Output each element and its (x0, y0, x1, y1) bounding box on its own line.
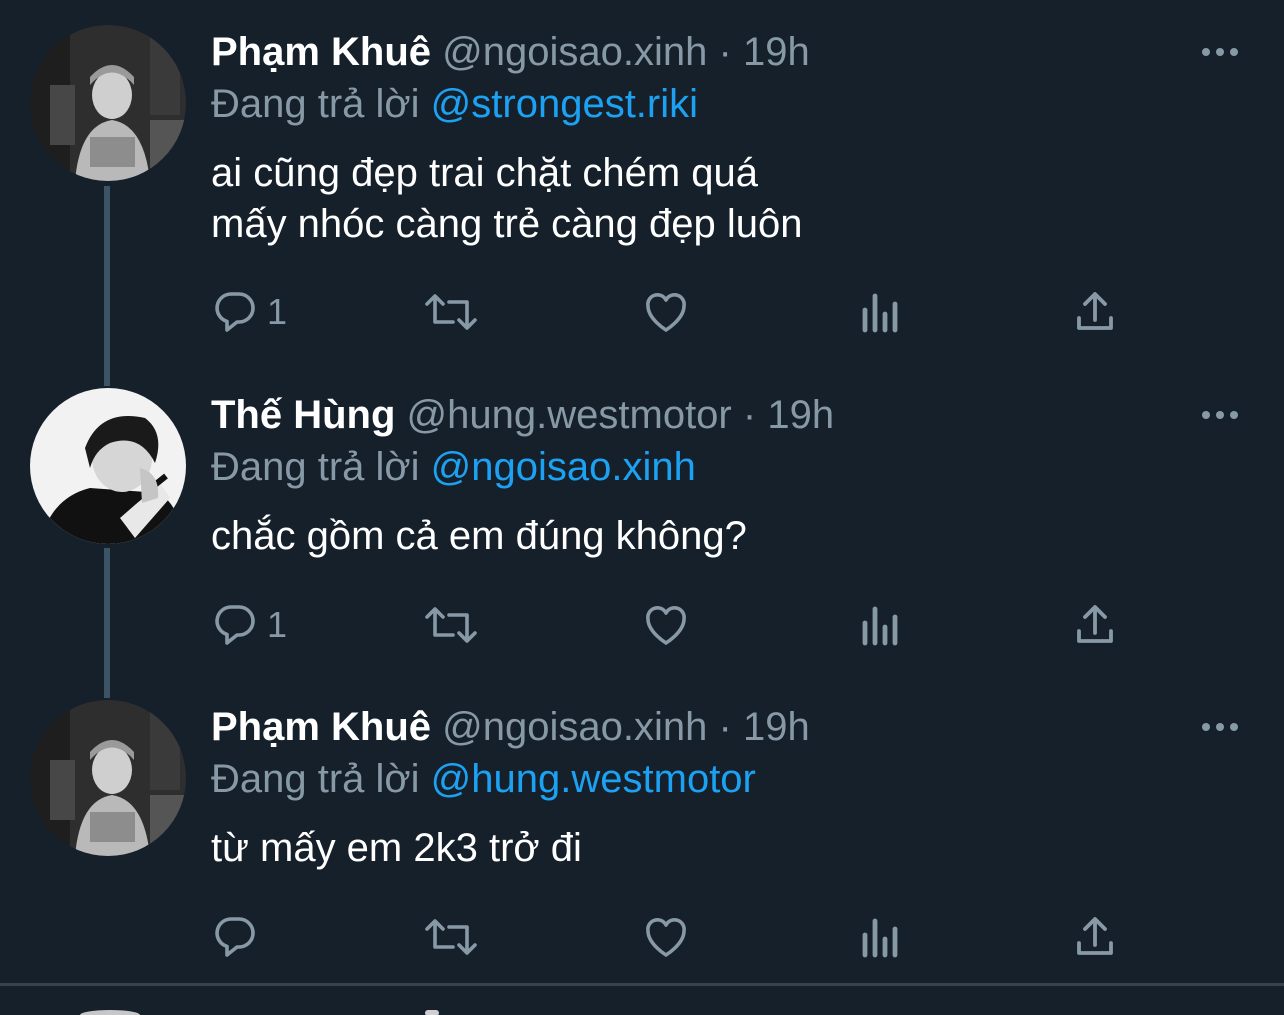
reply-button[interactable] (211, 909, 267, 965)
timestamp[interactable]: 19h (767, 393, 834, 437)
tweet-actions: 1 (211, 284, 1151, 340)
avatar[interactable] (30, 388, 186, 544)
more-icon[interactable] (1198, 38, 1242, 66)
separator: · (718, 30, 732, 74)
user-handle[interactable]: @ngoisao.xinh (442, 30, 707, 74)
share-icon (1071, 913, 1119, 961)
display-name[interactable]: Thế Hùng (211, 393, 395, 437)
tweet-actions (211, 909, 1151, 965)
retweet-icon (423, 288, 479, 336)
next-tweet-text-peek (425, 1010, 439, 1015)
analytics-button[interactable] (859, 597, 903, 653)
like-button[interactable] (641, 597, 691, 653)
tweet-actions: 1 (211, 597, 1151, 653)
reply-icon (211, 601, 259, 649)
tweet-text: chắc gồm cả em đúng không? (211, 511, 747, 562)
analytics-icon (859, 288, 903, 336)
timestamp[interactable]: 19h (743, 30, 810, 74)
replying-to-label: Đang trả lời (211, 82, 420, 126)
reply-button[interactable]: 1 (211, 597, 287, 653)
tweet-header: Phạm Khuê @ngoisao.xinh · 19h (211, 28, 810, 76)
replying-to-label: Đang trả lời (211, 445, 420, 489)
share-button[interactable] (1071, 284, 1119, 340)
retweet-button[interactable] (423, 284, 479, 340)
tweet[interactable]: Phạm Khuê @ngoisao.xinh · 19h Đang trả l… (0, 0, 1284, 333)
tweet-text: từ mấy em 2k3 trở đi (211, 823, 582, 874)
tweet-text-line: chắc gồm cả em đúng không? (211, 514, 747, 558)
display-name[interactable]: Phạm Khuê (211, 705, 431, 749)
tweet-text-line: mấy nhóc càng trẻ càng đẹp luôn (211, 202, 803, 246)
tweet-divider (0, 983, 1284, 986)
tweet-text-line: từ mấy em 2k3 trở đi (211, 826, 582, 870)
tweet-header: Phạm Khuê @ngoisao.xinh · 19h (211, 703, 810, 751)
analytics-icon (859, 601, 903, 649)
share-icon (1071, 288, 1119, 336)
replying-to: Đang trả lời @ngoisao.xinh (211, 443, 696, 491)
replying-to-link[interactable]: @ngoisao.xinh (431, 445, 696, 489)
tweet-thread: Phạm Khuê @ngoisao.xinh · 19h Đang trả l… (0, 0, 1284, 1015)
user-handle[interactable]: @hung.westmotor (407, 393, 732, 437)
analytics-icon (859, 913, 903, 961)
tweet-text-line: ai cũng đẹp trai chặt chém quá (211, 151, 759, 195)
user-handle[interactable]: @ngoisao.xinh (442, 705, 707, 749)
reply-icon (211, 288, 259, 336)
avatar[interactable] (30, 25, 186, 181)
retweet-icon (423, 913, 479, 961)
avatar[interactable] (30, 700, 186, 856)
share-icon (1071, 601, 1119, 649)
display-name[interactable]: Phạm Khuê (211, 30, 431, 74)
heart-icon (641, 601, 691, 649)
separator: · (718, 705, 732, 749)
replying-to-link[interactable]: @strongest.riki (431, 82, 698, 126)
tweet[interactable]: Phạm Khuê @ngoisao.xinh · 19h Đang trả l… (0, 675, 1284, 987)
reply-count: 1 (267, 291, 288, 332)
heart-icon (641, 288, 691, 336)
heart-icon (641, 913, 691, 961)
more-icon[interactable] (1198, 713, 1242, 741)
like-button[interactable] (641, 284, 691, 340)
analytics-button[interactable] (859, 909, 903, 965)
tweet-header: Thế Hùng @hung.westmotor · 19h (211, 391, 834, 439)
reply-button[interactable]: 1 (211, 284, 287, 340)
replying-to: Đang trả lời @strongest.riki (211, 80, 698, 128)
separator: · (742, 393, 757, 437)
replying-to-label: Đang trả lời (211, 757, 420, 801)
retweet-icon (423, 601, 479, 649)
retweet-button[interactable] (423, 909, 479, 965)
tweet[interactable]: Thế Hùng @hung.westmotor · 19h Đang trả … (0, 363, 1284, 675)
share-button[interactable] (1071, 597, 1119, 653)
more-icon[interactable] (1198, 401, 1242, 429)
reply-count: 1 (267, 604, 288, 645)
like-button[interactable] (641, 909, 691, 965)
replying-to-link[interactable]: @hung.westmotor (431, 757, 756, 801)
retweet-button[interactable] (423, 597, 479, 653)
analytics-button[interactable] (859, 284, 903, 340)
next-tweet-avatar-peek (80, 1010, 140, 1015)
timestamp[interactable]: 19h (743, 705, 810, 749)
share-button[interactable] (1071, 909, 1119, 965)
reply-icon (211, 913, 259, 961)
tweet-text: ai cũng đẹp trai chặt chém quá mấy nhóc … (211, 148, 803, 250)
replying-to: Đang trả lời @hung.westmotor (211, 755, 756, 803)
